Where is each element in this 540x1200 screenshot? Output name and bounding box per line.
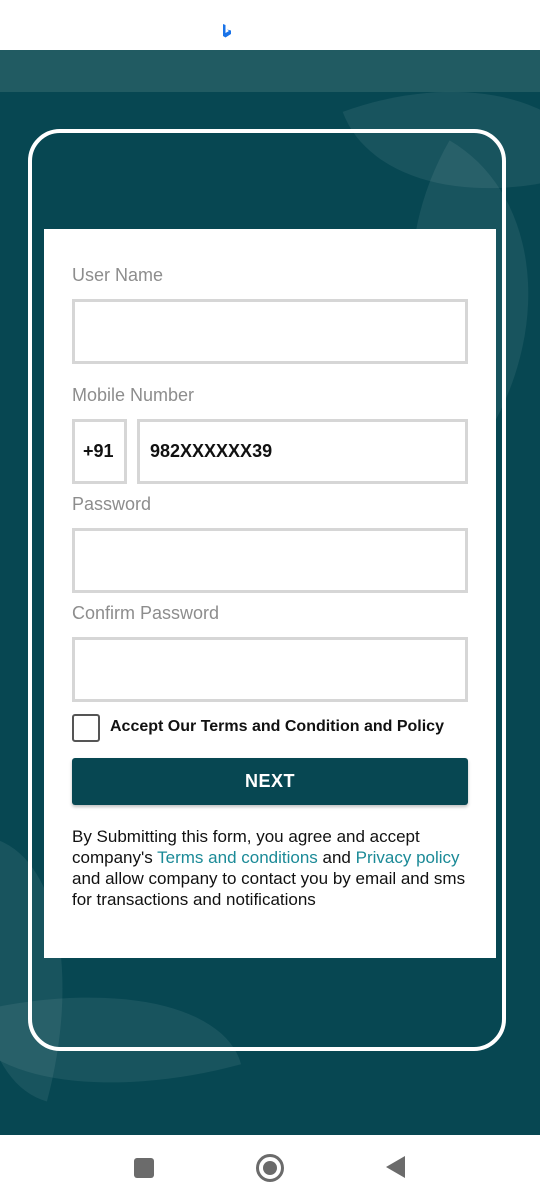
disclaimer-text-part: and (317, 848, 356, 867)
country-code-field[interactable]: +91 (72, 419, 127, 484)
home-circle-icon[interactable] (256, 1154, 284, 1182)
terms-link[interactable]: Terms and conditions (157, 848, 318, 867)
square-icon[interactable] (134, 1158, 154, 1178)
back-triangle-icon[interactable] (386, 1156, 405, 1178)
confirm-password-field[interactable] (72, 637, 468, 702)
status-bar (0, 0, 540, 50)
user-name-label: User Name (72, 265, 164, 285)
terms-checkbox-label[interactable]: Accept Our Terms and Condition and Polic… (110, 718, 444, 736)
confirm-password-label: Confirm Password (72, 603, 220, 623)
terms-checkbox[interactable] (72, 714, 100, 742)
mobile-number-label: Mobile Number (72, 385, 195, 405)
disclaimer-text-part: and allow company to contact you by emai… (72, 869, 466, 909)
country-code-value: +91 (83, 441, 114, 461)
next-button[interactable]: NEXT (72, 758, 468, 805)
user-name-field[interactable] (72, 299, 468, 364)
password-label: Password (72, 494, 152, 514)
password-field[interactable] (72, 528, 468, 593)
disclaimer-text: By Submitting this form, you agree and a… (72, 826, 472, 910)
bing-b-icon (223, 24, 231, 38)
mobile-number-value: 982XXXXXX39 (150, 441, 273, 461)
privacy-policy-link[interactable]: Privacy policy (356, 848, 460, 867)
mobile-number-field[interactable]: 982XXXXXX39 (137, 419, 468, 484)
header-band (0, 50, 540, 92)
